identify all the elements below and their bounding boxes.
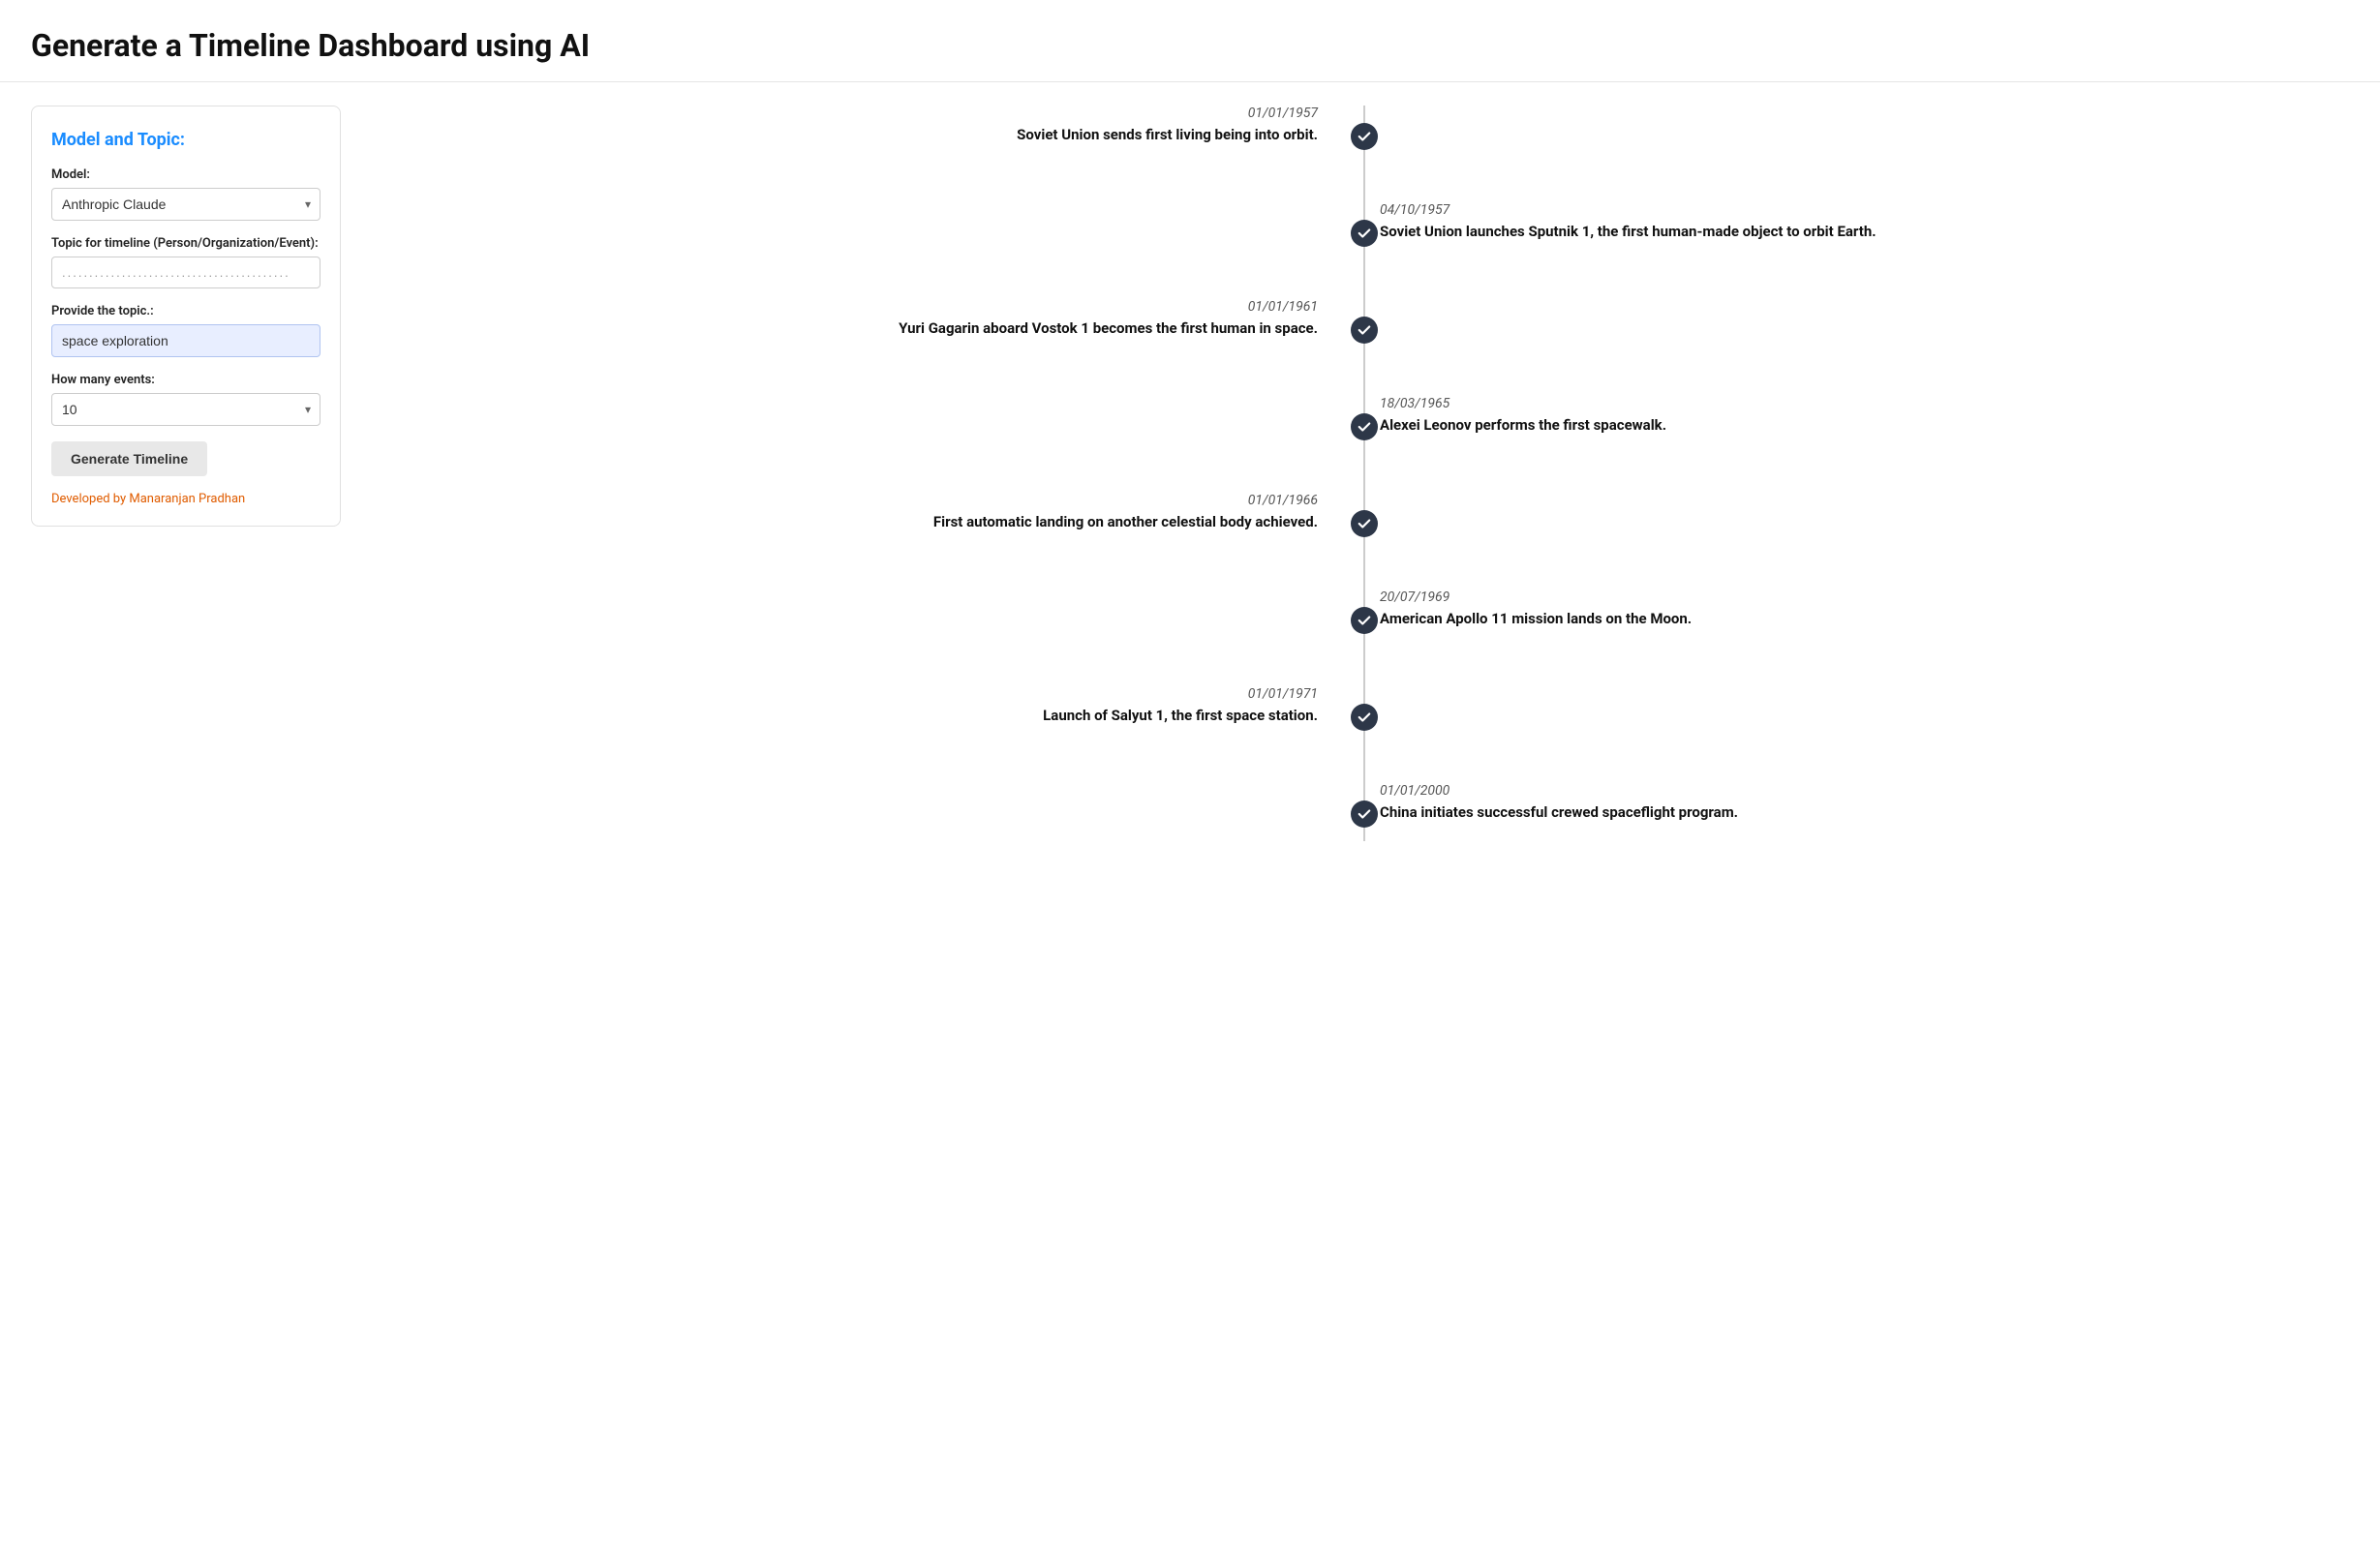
main-layout: Model and Topic: Model: Anthropic Claude… — [0, 82, 2380, 903]
event-text: American Apollo 11 mission lands on the … — [1380, 609, 2330, 629]
developer-credit: Developed by Manaranjan Pradhan — [51, 492, 320, 506]
event-date: 01/01/1971 — [399, 686, 1318, 702]
event-content: 01/01/1971 Launch of Salyut 1, the first… — [399, 686, 1333, 726]
provide-topic-label: Provide the topic.: — [51, 304, 320, 318]
event-date: 01/01/1961 — [399, 299, 1318, 315]
model-label: Model: — [51, 167, 320, 182]
events-select[interactable]: 10 5 15 20 — [51, 393, 320, 426]
timeline-item: 20/07/1969 American Apollo 11 mission la… — [399, 589, 2330, 648]
page-title: Generate a Timeline Dashboard using AI — [31, 27, 2349, 64]
event-text: Launch of Salyut 1, the first space stat… — [399, 706, 1318, 726]
check-icon — [1351, 317, 1378, 344]
event-text: Alexei Leonov performs the first spacewa… — [1380, 415, 2330, 436]
events-label: How many events: — [51, 373, 320, 387]
check-icon — [1351, 220, 1378, 247]
model-field-group: Model: Anthropic Claude GPT-4 Gemini ▾ — [51, 167, 320, 221]
event-content: 01/01/2000 China initiates successful cr… — [1333, 783, 2330, 823]
timeline-item: 01/01/2000 China initiates successful cr… — [399, 783, 2330, 841]
model-select[interactable]: Anthropic Claude GPT-4 Gemini — [51, 188, 320, 221]
panel-section-title: Model and Topic: — [51, 130, 320, 150]
event-date: 18/03/1965 — [1380, 396, 2330, 411]
timeline-panel: 01/01/1957 Soviet Union sends first livi… — [380, 106, 2349, 880]
provide-topic-input[interactable] — [51, 324, 320, 357]
check-icon — [1351, 413, 1378, 440]
event-text: Yuri Gagarin aboard Vostok 1 becomes the… — [399, 318, 1318, 339]
topic-field-group: Topic for timeline (Person/Organization/… — [51, 236, 320, 288]
check-icon — [1351, 801, 1378, 828]
event-content: 04/10/1957 Soviet Union launches Sputnik… — [1333, 202, 2330, 242]
check-icon — [1351, 607, 1378, 634]
event-content: 01/01/1957 Soviet Union sends first livi… — [399, 106, 1333, 145]
event-date: 20/07/1969 — [1380, 589, 2330, 605]
event-date: 01/01/2000 — [1380, 783, 2330, 799]
timeline-container: 01/01/1957 Soviet Union sends first livi… — [399, 106, 2330, 841]
topic-label: Topic for timeline (Person/Organization/… — [51, 236, 320, 251]
event-text: Soviet Union sends first living being in… — [399, 125, 1318, 145]
timeline-item: 04/10/1957 Soviet Union launches Sputnik… — [399, 202, 2330, 260]
left-panel: Model and Topic: Model: Anthropic Claude… — [31, 106, 341, 527]
event-text: China initiates successful crewed spacef… — [1380, 802, 2330, 823]
generate-timeline-button[interactable]: Generate Timeline — [51, 441, 207, 476]
event-date: 01/01/1957 — [399, 106, 1318, 121]
events-select-wrapper: 10 5 15 20 ▾ — [51, 393, 320, 426]
timeline-item: 01/01/1966 First automatic landing on an… — [399, 493, 2330, 551]
event-content: 20/07/1969 American Apollo 11 mission la… — [1333, 589, 2330, 629]
event-text: Soviet Union launches Sputnik 1, the fir… — [1380, 222, 2330, 242]
timeline-item: 01/01/1961 Yuri Gagarin aboard Vostok 1 … — [399, 299, 2330, 357]
event-date: 01/01/1966 — [399, 493, 1318, 508]
event-content: 01/01/1966 First automatic landing on an… — [399, 493, 1333, 532]
check-icon — [1351, 123, 1378, 150]
check-icon — [1351, 704, 1378, 731]
timeline-item: 01/01/1957 Soviet Union sends first livi… — [399, 106, 2330, 164]
page-header: Generate a Timeline Dashboard using AI — [0, 0, 2380, 82]
events-field-group: How many events: 10 5 15 20 ▾ — [51, 373, 320, 426]
event-content: 01/01/1961 Yuri Gagarin aboard Vostok 1 … — [399, 299, 1333, 339]
provide-topic-field-group: Provide the topic.: — [51, 304, 320, 357]
check-icon — [1351, 510, 1378, 537]
timeline-item: 01/01/1971 Launch of Salyut 1, the first… — [399, 686, 2330, 744]
event-content: 18/03/1965 Alexei Leonov performs the fi… — [1333, 396, 2330, 436]
model-select-wrapper: Anthropic Claude GPT-4 Gemini ▾ — [51, 188, 320, 221]
event-text: First automatic landing on another celes… — [399, 512, 1318, 532]
topic-placeholder-input[interactable] — [51, 257, 320, 288]
timeline-item: 18/03/1965 Alexei Leonov performs the fi… — [399, 396, 2330, 454]
event-date: 04/10/1957 — [1380, 202, 2330, 218]
